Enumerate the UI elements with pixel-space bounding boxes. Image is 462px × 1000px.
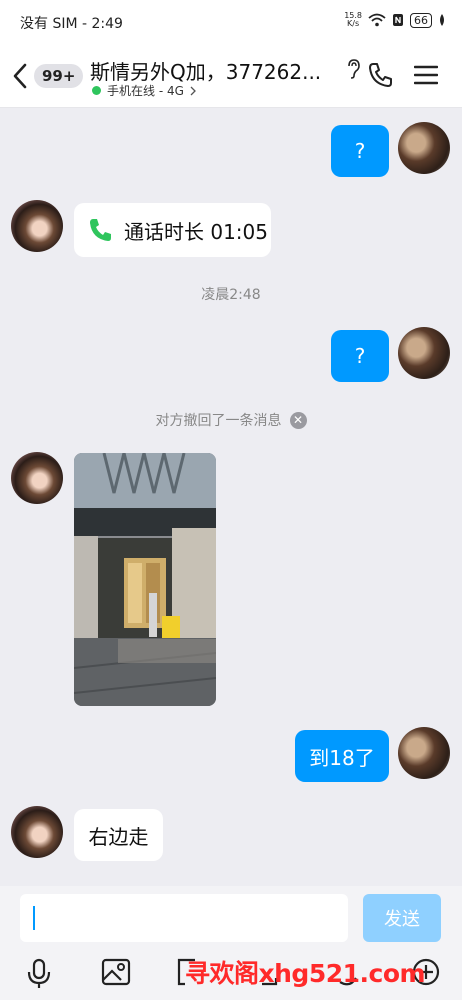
close-circle-icon[interactable]: ✕ <box>289 411 307 429</box>
charging-icon <box>440 14 444 26</box>
message-bubble-sent[interactable]: ? <box>331 330 389 382</box>
message-bubble-sent[interactable]: ? <box>331 125 389 177</box>
status-bar: 没有 SIM - 2:49 15.8 K/s 66 <box>0 0 462 44</box>
online-status-text: 手机在线 - 4G <box>107 84 184 98</box>
my-avatar[interactable] <box>398 327 450 379</box>
my-avatar[interactable] <box>398 122 450 174</box>
back-button[interactable]: 99+ <box>12 58 84 94</box>
microphone-icon[interactable] <box>26 958 52 990</box>
ear-icon[interactable] <box>346 59 360 79</box>
status-icons: 15.8 K/s 66 <box>344 12 446 28</box>
menu-icon[interactable] <box>414 65 438 85</box>
timestamp: 凌晨2:48 <box>201 287 261 303</box>
building-photo <box>74 453 216 706</box>
unread-badge: 99+ <box>34 64 84 88</box>
recall-text: 对方撤回了一条消息 <box>155 413 282 429</box>
message-list[interactable]: ? 通话时长 01:05 凌晨2:48 ? 对方撤回了一条消息 ✕ 到18了 右… <box>0 108 462 886</box>
chat-header: 99+ 斯情另外Q加，377262... 手机在线 - 4G <box>0 44 462 108</box>
carrier-time: 没有 SIM - 2:49 <box>20 16 123 32</box>
watermark: 寻欢阁xhg521.com <box>185 959 426 988</box>
image-message[interactable] <box>74 453 216 706</box>
chevron-right-icon <box>190 86 196 95</box>
image-icon[interactable] <box>101 958 131 986</box>
chat-title[interactable]: 斯情另外Q加，377262... <box>90 56 340 85</box>
back-arrow-icon <box>13 63 27 89</box>
message-bubble-received[interactable]: 右边走 <box>74 809 163 861</box>
phone-call-icon <box>90 219 111 241</box>
call-duration: 通话时长 01:05 <box>124 219 268 244</box>
nfc-icon <box>393 14 403 26</box>
recall-notice: 对方撤回了一条消息 ✕ <box>0 410 462 430</box>
send-button[interactable]: 发送 <box>363 894 441 942</box>
message-bubble-sent[interactable]: 到18了 <box>295 730 389 782</box>
contact-avatar[interactable] <box>11 452 63 504</box>
contact-avatar[interactable] <box>11 806 63 858</box>
contact-avatar[interactable] <box>11 200 63 252</box>
my-avatar[interactable] <box>398 727 450 779</box>
battery-icon: 66 <box>410 12 432 28</box>
text-caret <box>33 906 35 930</box>
call-record-bubble[interactable]: 通话时长 01:05 <box>74 203 271 257</box>
online-status[interactable]: 手机在线 - 4G <box>92 82 196 99</box>
message-input[interactable] <box>20 894 348 942</box>
input-area: 发送 寻欢阁xhg521.com <box>0 886 462 1000</box>
phone-icon[interactable] <box>368 62 394 88</box>
wifi-icon <box>368 13 386 27</box>
network-speed: 15.8 K/s <box>344 11 362 28</box>
online-dot <box>92 86 101 95</box>
